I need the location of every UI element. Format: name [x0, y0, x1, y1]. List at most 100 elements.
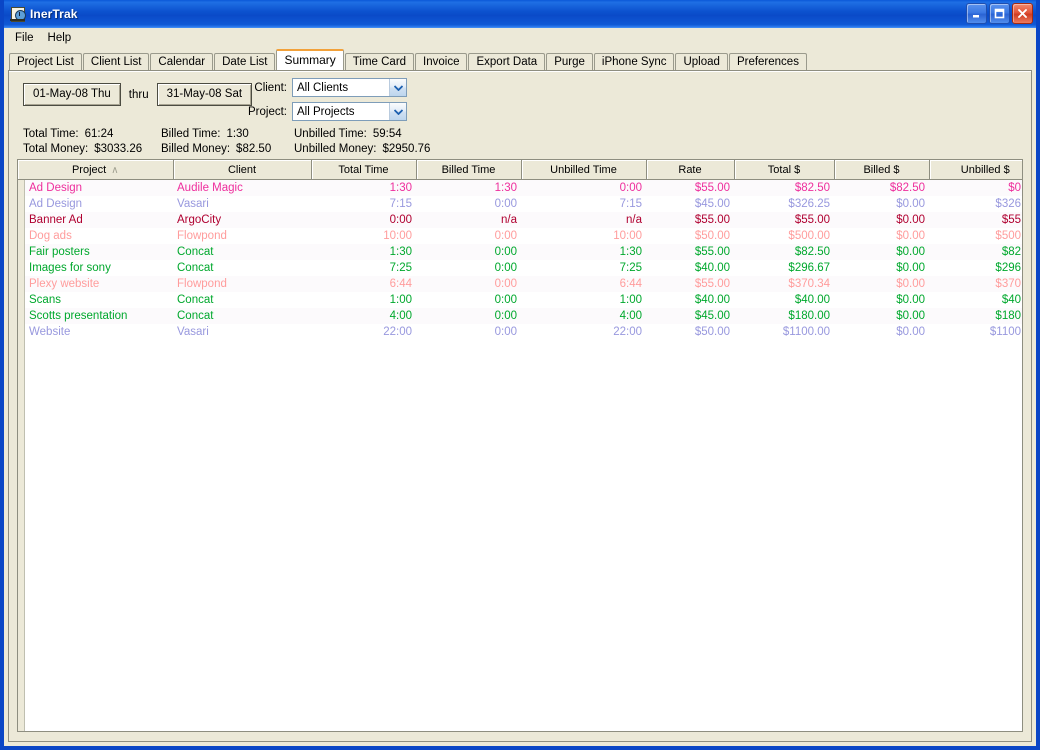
cell-project: Images for sony — [18, 260, 173, 276]
cell-total-money: $55.00 — [734, 212, 834, 228]
tab-calendar[interactable]: Calendar — [150, 53, 214, 71]
menu-item-help[interactable]: Help — [42, 30, 80, 46]
caption-buttons — [966, 3, 1033, 24]
menu-bar: File Help — [4, 28, 1036, 48]
cell-billed-money: $0.00 — [834, 196, 929, 212]
cell-unbilled-money: $500.00 — [929, 228, 1022, 244]
project-filter-value: All Projects — [297, 105, 355, 118]
unbilled-money-label: Unbilled Money: — [294, 143, 377, 155]
cell-client: ArgoCity — [173, 212, 311, 228]
table-row[interactable]: Images for sony Concat 7:25 0:00 7:25 $40.00 $… — [18, 260, 1022, 276]
cell-rate: $55.00 — [646, 276, 734, 292]
column-header-total-money[interactable]: Total $ — [734, 160, 835, 180]
cell-unbilled-money: $326.25 — [929, 196, 1022, 212]
column-header-rate[interactable]: Rate — [646, 160, 735, 180]
table-row[interactable]: Ad Design Audile Magic 1:30 1:30 0:00 $55.00 $… — [18, 179, 1022, 196]
cell-billed-time: 1:30 — [416, 179, 521, 196]
cell-billed-money: $0.00 — [834, 292, 929, 308]
total-money-value: $3033.26 — [94, 143, 143, 155]
cell-client: Audile Magic — [173, 179, 311, 196]
app-clock-document-icon — [10, 6, 26, 22]
cell-client: Concat — [173, 308, 311, 324]
close-button[interactable] — [1012, 3, 1033, 24]
client-filter-select[interactable]: All Clients — [292, 78, 407, 97]
tab-purge[interactable]: Purge — [546, 53, 593, 71]
cell-total-time: 22:00 — [311, 324, 416, 340]
unbilled-time-value: 59:54 — [372, 128, 402, 140]
tab-summary[interactable]: Summary — [276, 49, 344, 70]
tab-upload[interactable]: Upload — [675, 53, 728, 71]
tab-export-data[interactable]: Export Data — [468, 53, 546, 71]
table-row[interactable]: Dog ads Flowpond 10:00 0:00 10:00 $50.00 $500.… — [18, 228, 1022, 244]
window-title: InerTrak — [30, 7, 78, 21]
chevron-down-icon[interactable] — [389, 79, 406, 96]
column-header-unbilled-time[interactable]: Unbilled Time — [521, 160, 647, 180]
cell-unbilled-time: 0:00 — [521, 179, 646, 196]
tab-preferences[interactable]: Preferences — [728, 53, 807, 71]
column-header-project[interactable]: Project ∧ — [18, 160, 174, 180]
billed-time-label: Billed Time: — [161, 128, 221, 140]
menu-item-file[interactable]: File — [9, 30, 42, 46]
unbilled-money-value: $2950.76 — [382, 143, 431, 155]
cell-total-money: $370.34 — [734, 276, 834, 292]
cell-billed-time: 0:00 — [416, 276, 521, 292]
table-row[interactable]: Website Vasari 22:00 0:00 22:00 $50.00 $1100.0… — [18, 324, 1022, 340]
table-row[interactable]: Plexy website Flowpond 6:44 0:00 6:44 $55.00 $… — [18, 276, 1022, 292]
maximize-button[interactable] — [989, 3, 1010, 24]
chevron-down-icon[interactable] — [389, 103, 406, 120]
cell-billed-time: 0:00 — [416, 292, 521, 308]
table-row[interactable]: Scans Concat 1:00 0:00 1:00 $40.00 $40.00 $0.00… — [18, 292, 1022, 308]
cell-rate: $45.00 — [646, 308, 734, 324]
total-time-label: Total Time: — [23, 128, 79, 140]
cell-unbilled-time: 7:25 — [521, 260, 646, 276]
title-bar: InerTrak — [4, 0, 1036, 28]
tab-iphone-sync[interactable]: iPhone Sync — [593, 53, 675, 71]
table-row[interactable]: Ad Design Vasari 7:15 0:00 7:15 $45.00 $326.25… — [18, 196, 1022, 212]
sort-ascending-icon: ∧ — [111, 164, 119, 176]
table-row[interactable]: Banner Ad ArgoCity 0:00 n/a n/a $55.00 $55.00 $… — [18, 212, 1022, 228]
column-header-billed-money[interactable]: Billed $ — [834, 160, 930, 180]
cell-total-time: 7:25 — [311, 260, 416, 276]
summary-table: Project ∧ Client Total Time Billed Time U… — [18, 160, 1022, 340]
column-header-total-time[interactable]: Total Time — [311, 160, 417, 180]
cell-unbilled-time: 4:00 — [521, 308, 646, 324]
minimize-button[interactable] — [966, 3, 987, 24]
column-header-unbilled-money[interactable]: Unbilled $ — [929, 160, 1022, 180]
end-date-button[interactable]: 31-May-08 Sat — [156, 83, 253, 106]
cell-billed-money: $0.00 — [834, 308, 929, 324]
table-row[interactable]: Scotts presentation Concat 4:00 0:00 4:00 $45… — [18, 308, 1022, 324]
cell-rate: $55.00 — [646, 212, 734, 228]
start-date-button[interactable]: 01-May-08 Thu — [23, 83, 121, 106]
cell-billed-money: $0.00 — [834, 276, 929, 292]
cell-total-money: $40.00 — [734, 292, 834, 308]
date-range-controls: 01-May-08 Thu thru 31-May-08 Sat — [23, 83, 253, 106]
cell-unbilled-time: 22:00 — [521, 324, 646, 340]
tab-invoice[interactable]: Invoice — [415, 53, 468, 71]
cell-billed-money: $0.00 — [834, 324, 929, 340]
billed-money-label: Billed Money: — [161, 143, 231, 155]
column-header-client[interactable]: Client — [173, 160, 312, 180]
column-header-billed-time[interactable]: Billed Time — [416, 160, 522, 180]
table-row[interactable]: Fair posters Concat 1:30 0:00 1:30 $55.00 $82.… — [18, 244, 1022, 260]
cell-client: Flowpond — [173, 228, 311, 244]
column-header-project-label: Project — [71, 163, 107, 176]
tab-project-list[interactable]: Project List — [9, 53, 82, 71]
cell-rate: $50.00 — [646, 228, 734, 244]
client-filter-row: Client: All Clients — [245, 78, 407, 97]
cell-billed-money: $0.00 — [834, 228, 929, 244]
tab-date-list[interactable]: Date List — [214, 53, 276, 71]
cell-unbilled-time: 10:00 — [521, 228, 646, 244]
project-filter-select[interactable]: All Projects — [292, 102, 407, 121]
client-filter-value: All Clients — [297, 81, 349, 94]
cell-client: Vasari — [173, 196, 311, 212]
cell-total-money: $296.67 — [734, 260, 834, 276]
cell-billed-time: 0:00 — [416, 244, 521, 260]
tab-time-card[interactable]: Time Card — [344, 53, 415, 71]
cell-project: Ad Design — [18, 179, 173, 196]
cell-unbilled-money: $40.00 — [929, 292, 1022, 308]
total-money-label: Total Money: — [23, 143, 89, 155]
summary-panel: 01-May-08 Thu thru 31-May-08 Sat Client:… — [8, 70, 1032, 742]
cell-unbilled-money: $1100.00 — [929, 324, 1022, 340]
cell-billed-time: 0:00 — [416, 260, 521, 276]
tab-client-list[interactable]: Client List — [82, 53, 150, 71]
